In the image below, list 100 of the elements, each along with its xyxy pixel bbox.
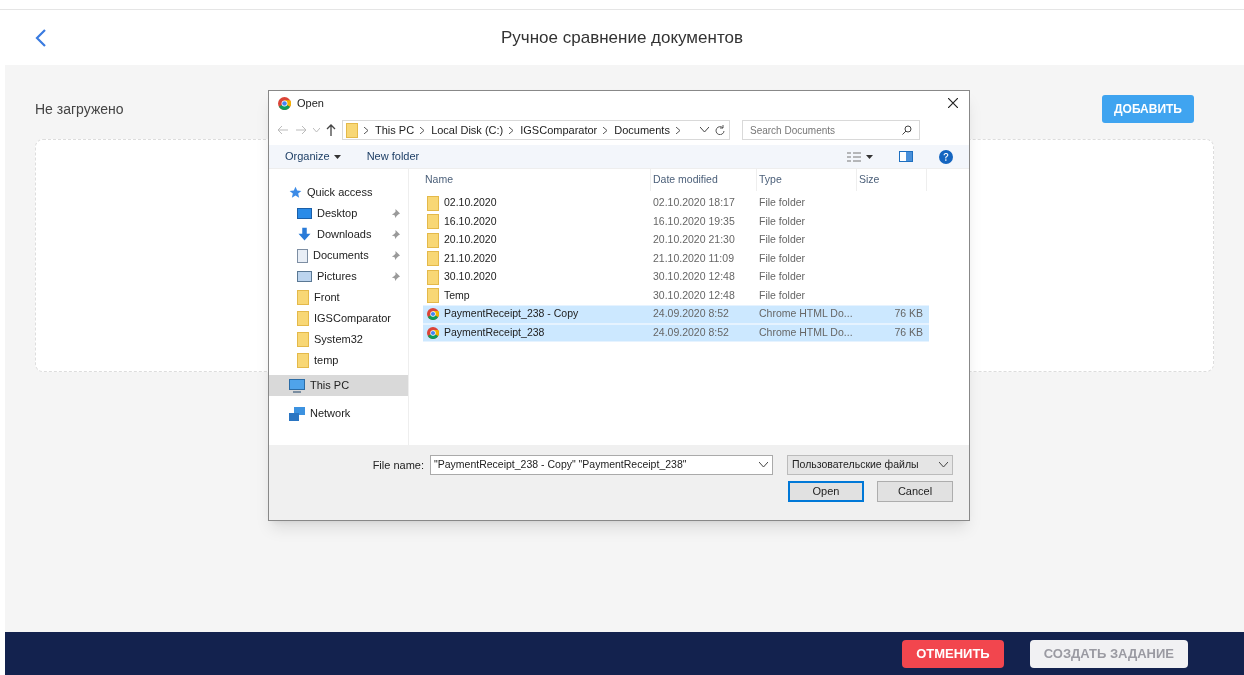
column-header[interactable]: Type — [757, 169, 857, 191]
cancel-dialog-button[interactable]: Cancel — [877, 481, 953, 502]
file-type: Chrome HTML Do... — [758, 306, 854, 322]
dropdown-caret-icon[interactable] — [700, 127, 709, 133]
refresh-icon[interactable] — [715, 125, 725, 135]
file-name: 21.10.2020 — [444, 250, 497, 266]
chrome-icon — [278, 96, 291, 110]
date-modified: 02.10.2020 18:17 — [652, 195, 736, 211]
monitor-icon — [289, 378, 305, 393]
file-name: 30.10.2020 — [444, 269, 497, 285]
nav-item[interactable]: Front — [269, 287, 408, 308]
view-options-icon[interactable] — [847, 151, 873, 162]
date-modified: 20.10.2020 21:30 — [652, 232, 736, 248]
folder-icon — [297, 353, 309, 368]
file-name: 02.10.2020 — [444, 195, 497, 211]
file-size: 76 KB — [894, 324, 923, 340]
nav-item[interactable]: Quick access — [269, 182, 408, 203]
chevron-right-icon — [675, 126, 681, 134]
chevron-right-icon — [509, 126, 515, 134]
file-row[interactable]: 16.10.2020 16.10.2020 19:35 File folder — [423, 212, 929, 231]
up-arrow-icon[interactable] — [326, 124, 336, 136]
close-icon[interactable] — [948, 98, 958, 108]
folder-icon — [427, 195, 439, 211]
dropdown-caret-icon — [759, 462, 768, 468]
file-row[interactable]: Temp 30.10.2020 12:48 File folder — [423, 286, 929, 305]
file-type: File folder — [758, 269, 807, 285]
download-arrow-icon — [297, 227, 312, 242]
date-modified: 24.09.2020 8:52 — [652, 324, 730, 340]
file-type: Chrome HTML Do... — [758, 324, 854, 340]
chevron-right-icon — [420, 126, 426, 134]
file-name: 20.10.2020 — [444, 232, 497, 248]
folder-icon — [297, 311, 309, 326]
file-row[interactable]: 02.10.2020 02.10.2020 18:17 File folder — [423, 194, 929, 213]
file-name: 16.10.2020 — [444, 213, 497, 229]
search-field[interactable]: Search Documents — [742, 120, 920, 140]
new-folder-button[interactable]: New folder — [366, 148, 420, 165]
file-type-select[interactable]: Пользовательские файлы — [787, 455, 953, 475]
open-button[interactable]: Open — [788, 481, 864, 502]
desktop-icon — [297, 208, 312, 219]
document-icon — [297, 248, 308, 263]
dialog-title: Open — [297, 95, 324, 111]
breadcrumb-item[interactable]: IGSComparator — [520, 121, 598, 139]
nav-item[interactable]: Documents — [269, 245, 408, 266]
column-header[interactable]: Date modified — [651, 169, 757, 191]
file-row[interactable]: 30.10.2020 30.10.2020 12:48 File folder — [423, 268, 929, 287]
breadcrumb-item[interactable]: This PC — [375, 121, 415, 139]
file-name: Temp — [444, 287, 470, 303]
folder-icon — [427, 251, 439, 267]
folder-icon — [427, 214, 439, 230]
organize-menu[interactable]: Organize — [285, 148, 341, 165]
file-type: File folder — [758, 195, 807, 211]
nav-item[interactable]: Desktop — [269, 203, 408, 224]
breadcrumb-item[interactable]: Documents — [614, 121, 670, 139]
upload-status: Не загружено — [35, 100, 124, 119]
file-row[interactable]: PaymentReceipt_238 - Copy 24.09.2020 8:52 Chrome HTML Do... 76 KB — [423, 305, 929, 324]
folder-icon — [346, 122, 358, 138]
folder-icon — [427, 288, 439, 304]
file-name-label: File name: — [372, 457, 424, 473]
folder-icon — [427, 269, 439, 285]
picture-icon — [297, 271, 312, 282]
cancel-button[interactable]: ОТМЕНИТЬ — [902, 639, 1004, 668]
chevron-right-icon — [364, 126, 369, 134]
folder-icon — [297, 290, 309, 305]
address-bar[interactable]: This PC Local Disk (C:) IGSComparator Documents — [342, 120, 730, 140]
chrome-icon — [427, 326, 439, 339]
help-icon[interactable] — [939, 149, 953, 164]
file-type: File folder — [758, 213, 807, 229]
breadcrumb-item[interactable]: Local Disk (C:) — [431, 121, 504, 139]
file-row[interactable]: 21.10.2020 21.10.2020 11:09 File folder — [423, 249, 929, 268]
date-modified: 30.10.2020 12:48 — [652, 287, 736, 303]
column-header[interactable]: Size — [857, 169, 927, 191]
file-name-field[interactable]: "PaymentReceipt_238 - Copy" "PaymentReceipt_238" — [430, 455, 773, 475]
nav-item[interactable]: IGSComparator — [269, 308, 408, 329]
file-name: PaymentReceipt_238 - Copy — [444, 306, 579, 322]
nav-item[interactable]: System32 — [269, 329, 408, 350]
nav-item[interactable]: Network — [269, 403, 408, 424]
date-modified: 30.10.2020 12:48 — [652, 269, 736, 285]
nav-item[interactable]: temp — [269, 350, 408, 371]
page-title: Ручное сравнение документов — [500, 26, 744, 49]
file-name: PaymentReceipt_238 — [444, 324, 545, 340]
column-header[interactable]: Name — [423, 169, 651, 191]
date-modified: 16.10.2020 19:35 — [652, 213, 736, 229]
nav-item[interactable]: Pictures — [269, 266, 408, 287]
star-icon — [289, 186, 302, 199]
file-type: File folder — [758, 232, 807, 248]
folder-icon — [427, 232, 439, 248]
file-size: 76 KB — [894, 306, 923, 322]
preview-pane-icon[interactable] — [899, 151, 913, 162]
chrome-icon — [427, 308, 439, 321]
network-icon — [289, 406, 305, 421]
nav-item[interactable]: Downloads — [269, 224, 408, 245]
nav-item[interactable]: This PC — [269, 375, 408, 396]
date-modified: 24.09.2020 8:52 — [652, 306, 730, 322]
date-modified: 21.10.2020 11:09 — [652, 250, 735, 266]
file-row[interactable]: 20.10.2020 20.10.2020 21:30 File folder — [423, 231, 929, 250]
chevron-right-icon — [603, 126, 609, 134]
file-type: File folder — [758, 287, 807, 303]
caret-icon — [333, 154, 341, 159]
folder-icon — [297, 332, 309, 347]
file-type: File folder — [758, 250, 807, 266]
